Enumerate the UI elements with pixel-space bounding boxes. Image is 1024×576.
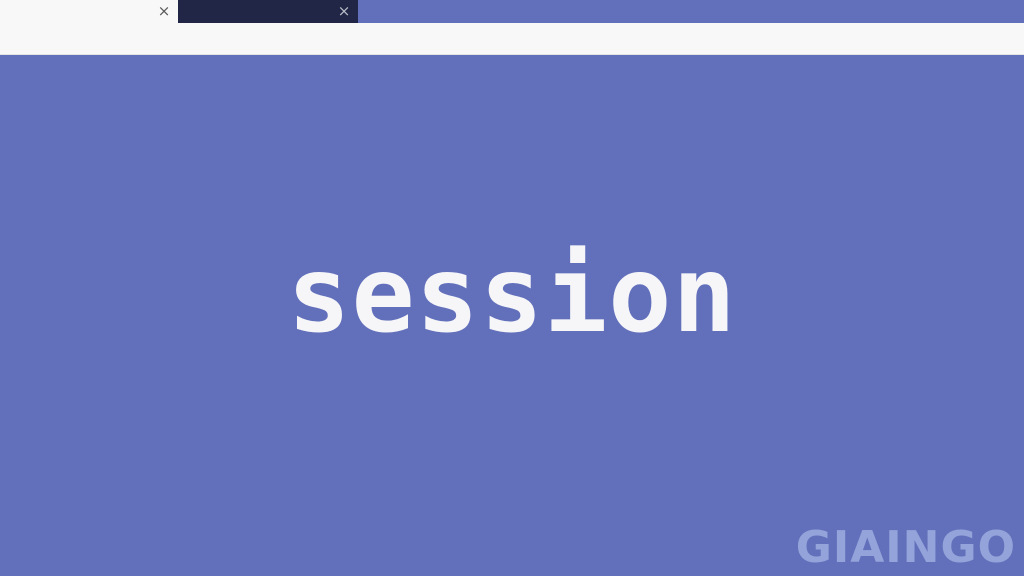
slide-content: session GIAINGO [0, 55, 1024, 576]
slide-word: session [287, 234, 737, 356]
watermark-logo: GIAINGO [795, 522, 1016, 573]
toolbar [0, 23, 1024, 55]
tab-bar: × × [0, 0, 1024, 23]
tab-2-active[interactable]: × [178, 0, 358, 23]
tab-1[interactable]: × [0, 0, 178, 23]
close-icon[interactable]: × [156, 3, 172, 19]
close-icon[interactable]: × [336, 3, 352, 19]
